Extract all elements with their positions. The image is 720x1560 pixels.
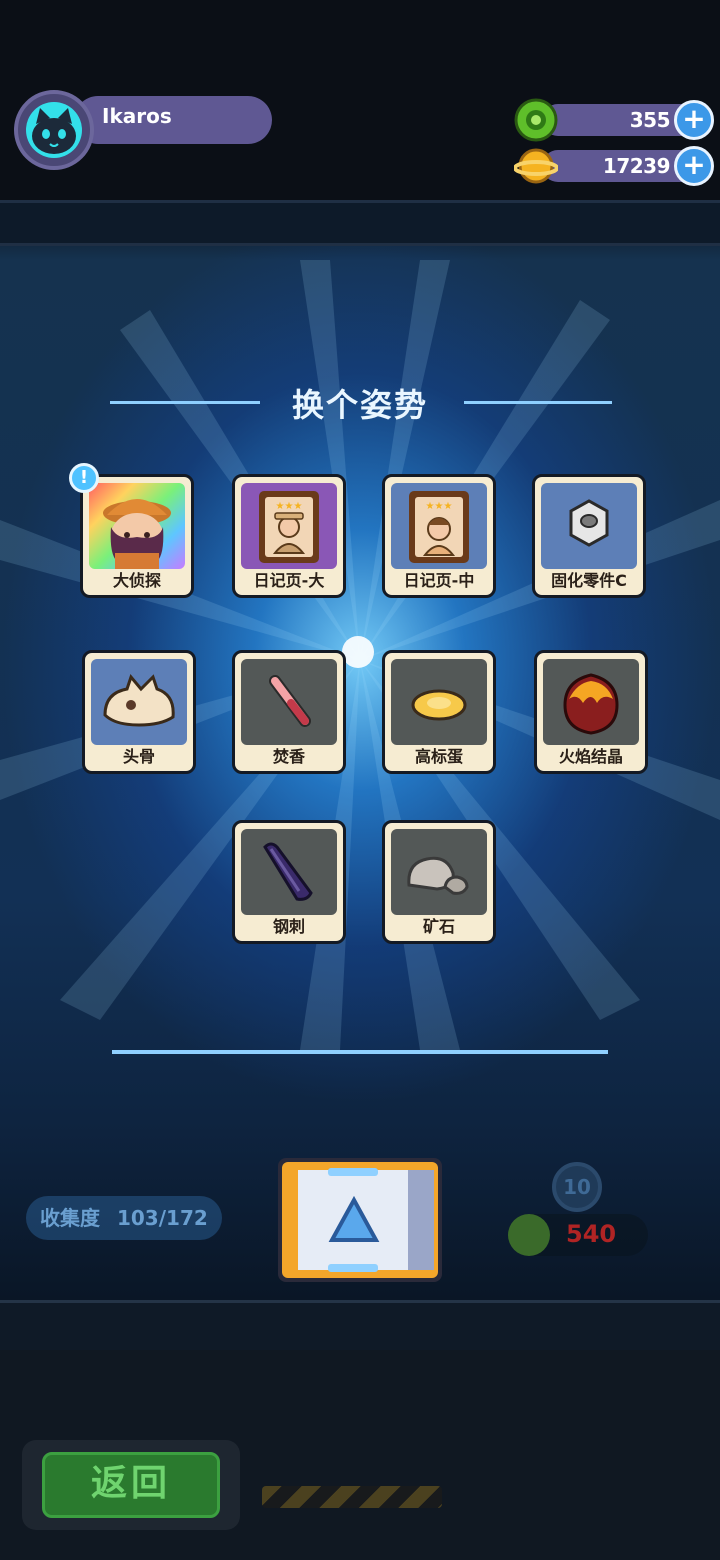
machine-cost: 540 (508, 1214, 648, 1256)
panel-title: 换个姿势 (291, 386, 428, 424)
flame-crystal-icon (563, 673, 619, 735)
avatar[interactable] (26, 102, 82, 158)
add-currency-button[interactable]: + (674, 100, 714, 140)
item-card-detective[interactable]: ! 大侦探 (69, 463, 194, 598)
diary-mid-icon: ★★★ (409, 491, 469, 563)
player-name: Ikaros (102, 104, 172, 128)
item-label: 火焰结晶 (558, 747, 623, 766)
currency-value: 355 (629, 108, 671, 132)
item-label: 头骨 (122, 747, 155, 766)
hex-nut-icon (569, 499, 609, 547)
item-card-steel-spike[interactable]: 钢刺 (232, 820, 346, 944)
item-thumb: ★★★ (391, 483, 487, 569)
item-thumb (241, 659, 337, 745)
item-thumb (543, 659, 639, 745)
machine-level-badge: 10 (552, 1162, 602, 1212)
item-card-flame-crystal[interactable]: 火焰结晶 (534, 650, 648, 774)
item-label: 日记页-中 (403, 571, 475, 590)
currency-green: 355 + (514, 98, 714, 142)
new-badge-icon: ! (69, 463, 99, 493)
item-card-skull[interactable]: 头骨 (82, 650, 196, 774)
item-thumb (241, 829, 337, 915)
player-profile[interactable]: Ikaros (14, 90, 272, 170)
hazard-stripe (262, 1486, 442, 1508)
detective-icon (103, 499, 171, 569)
capsule-box-button[interactable] (276, 1156, 444, 1284)
item-label: 焚香 (272, 747, 305, 766)
green-coin-icon (508, 1214, 550, 1256)
cost-value: 540 (566, 1220, 617, 1248)
back-button[interactable]: 返回 (22, 1440, 240, 1530)
collection-label: 收集度 (40, 1206, 100, 1230)
item-card-diary-mid[interactable]: ★★★ 日记页-中 (382, 474, 496, 598)
item-thumb (541, 483, 637, 569)
svg-text:★★★: ★★★ (426, 501, 453, 512)
item-thumb (391, 659, 487, 745)
steel-spike-icon (263, 842, 313, 901)
item-label: 矿石 (422, 917, 455, 936)
item-thumb: ★★★ (241, 483, 337, 569)
item-thumb (391, 829, 487, 915)
item-label: 高标蛋 (414, 747, 463, 766)
panel-bottom-line (112, 1050, 608, 1054)
title-line-left (110, 401, 260, 404)
svg-text:★★★: ★★★ (276, 501, 303, 512)
item-thumb (91, 659, 187, 745)
item-card-hex-nut[interactable]: 固化零件C (532, 474, 646, 598)
diary-big-icon: ★★★ (259, 491, 319, 563)
ore-icon (407, 856, 469, 895)
item-card-incense[interactable]: 焚香 (232, 650, 346, 774)
collection-value: 103/172 (116, 1206, 208, 1230)
fried-egg-icon (411, 689, 467, 721)
skull-icon (103, 673, 175, 727)
gold-planet-icon (513, 144, 559, 188)
bottom-divider-strip (0, 1300, 720, 1353)
back-button-label: 返回 (42, 1452, 220, 1518)
item-label: 日记页-大 (253, 571, 325, 590)
currency-value: 17239 (602, 154, 671, 178)
item-card-fried-egg[interactable]: 高标蛋 (382, 650, 496, 774)
title-line-right (464, 401, 612, 404)
incense-icon (269, 675, 311, 727)
add-currency-button[interactable]: + (674, 146, 714, 186)
treasure-box-icon (278, 1158, 442, 1282)
item-label: 钢刺 (272, 917, 305, 936)
currency-gold: 17239 + (513, 144, 714, 188)
item-label: 大侦探 (112, 571, 161, 590)
item-thumb (89, 483, 185, 569)
green-coin-icon (514, 98, 558, 142)
item-label: 固化零件C (551, 571, 627, 590)
top-divider-strip (0, 200, 720, 246)
item-card-diary-big[interactable]: ★★★ 日记页-大 (232, 474, 346, 598)
item-card-ore[interactable]: 矿石 (382, 820, 496, 944)
cat-face-icon (32, 108, 76, 154)
collection-progress: 收集度 103/172 (26, 1196, 222, 1240)
